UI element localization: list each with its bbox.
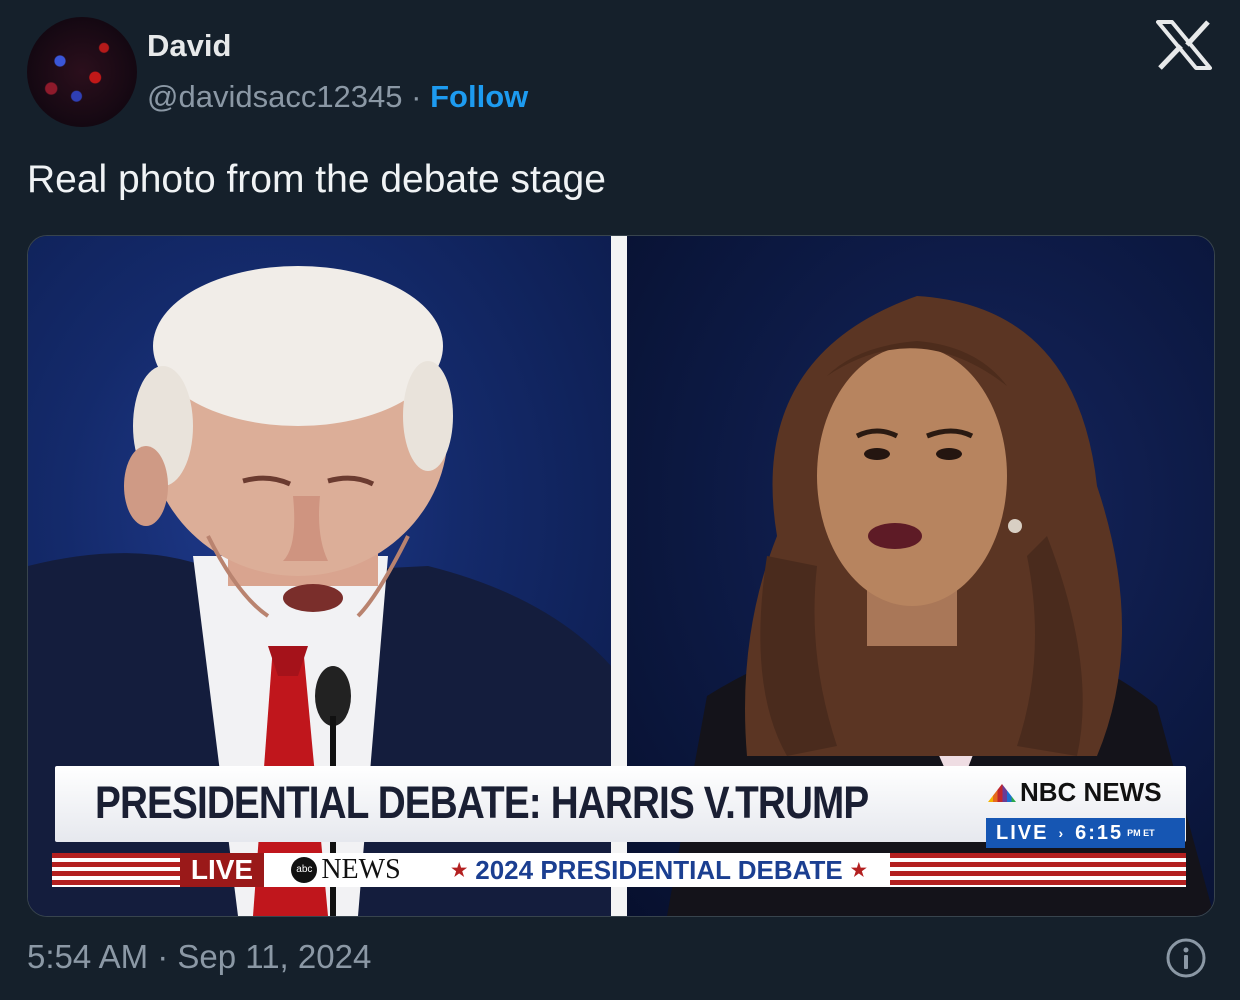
star-icon: ★ (850, 859, 867, 880)
live-label: LIVE (996, 821, 1049, 844)
author-handle[interactable]: @davidsacc12345 (147, 79, 403, 114)
abc-news-label: NEWS (321, 854, 401, 885)
tweet-text: Real photo from the debate stage (27, 158, 606, 201)
ticker-live-tag: LIVE (180, 853, 264, 887)
author-name[interactable]: David (147, 28, 231, 64)
ticker-headline-text: 2024 PRESIDENTIAL DEBATE (475, 854, 843, 885)
ticker-stripes-left (52, 853, 182, 887)
star-icon: ★ (451, 859, 468, 880)
ticker-headline: ★ 2024 PRESIDENTIAL DEBATE ★ (428, 853, 890, 887)
follow-button[interactable]: Follow (430, 79, 528, 114)
x-logo-icon[interactable] (1156, 20, 1212, 70)
news-ticker: LIVE abc NEWS ★ 2024 PRESIDENTIAL DEBATE… (52, 853, 1186, 887)
abc-logo-icon: abc (291, 857, 318, 883)
chevron-right-icon: › (1058, 825, 1066, 841)
author-avatar[interactable] (27, 17, 137, 127)
tweet-media-image[interactable]: PRESIDENTIAL DEBATE: HARRIS V.TRUMP NBC … (27, 235, 1215, 917)
nbc-news-logo: NBC NEWS (988, 777, 1162, 808)
broadcast-lower-third: PRESIDENTIAL DEBATE: HARRIS V.TRUMP NBC … (55, 766, 1186, 848)
live-ampm: PM ET (1127, 827, 1155, 838)
tweet-timestamp[interactable]: 5:54 AM · Sep 11, 2024 (27, 938, 371, 976)
peacock-icon (988, 784, 1016, 802)
live-time: 6:15 (1075, 821, 1124, 844)
author-handle-row: @davidsacc12345 · Follow (147, 79, 528, 115)
abc-news-logo: abc NEWS (264, 853, 428, 887)
debate-title: PRESIDENTIAL DEBATE: HARRIS V.TRUMP (95, 777, 869, 828)
info-icon[interactable] (1165, 937, 1207, 979)
nbc-news-label: NBC NEWS (1020, 777, 1162, 807)
live-time-bar: LIVE › 6:15 PM ET (986, 818, 1185, 848)
handle-separator: · (411, 79, 422, 114)
ticker-stripes-right (890, 853, 1186, 887)
